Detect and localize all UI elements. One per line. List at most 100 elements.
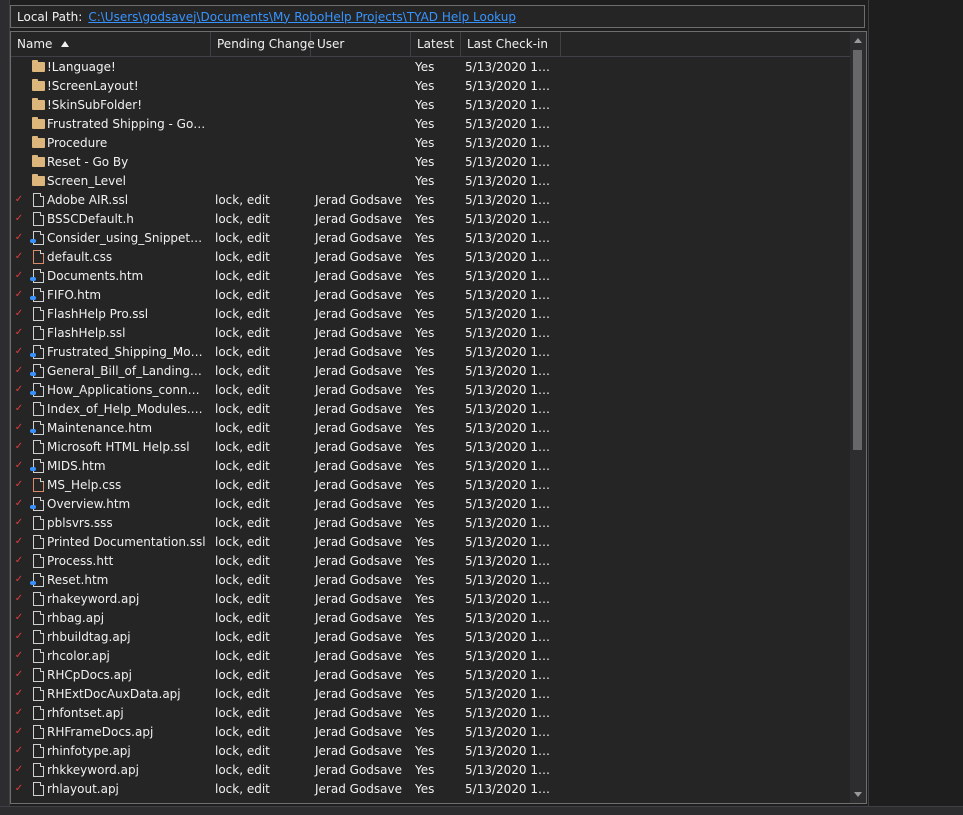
user: Jerad Godsave xyxy=(315,629,402,644)
file-name: rhlayout.apj xyxy=(47,781,119,796)
latest: Yes xyxy=(415,192,435,207)
file-name: Adobe AIR.ssl xyxy=(47,192,129,207)
pending-change: lock, edit xyxy=(215,743,270,758)
file-name: How_Applications_connect... xyxy=(47,382,207,397)
list-item[interactable]: Screen_Level Yes 5/13/2020 11:5... xyxy=(11,171,851,190)
list-item[interactable]: ✓ RHCpDocs.apj lock, edit Jerad Godsave Yes 5… xyxy=(11,665,851,684)
list-item[interactable]: ✓ General_Bill_of_Landing_(G... lock, edit… xyxy=(11,361,851,380)
list-item[interactable]: ✓ rhinfotype.apj lock, edit Jerad Godsave Ye… xyxy=(11,741,851,760)
checked-out-mark-icon: ✓ xyxy=(14,251,24,262)
file-name: rhbag.apj xyxy=(47,610,105,625)
file-name: !ScreenLayout! xyxy=(47,78,139,93)
list-item[interactable]: ✓ Adobe AIR.ssl lock, edit Jerad Godsave Yes… xyxy=(11,190,851,209)
pending-change: lock, edit xyxy=(215,534,270,549)
last-check-in: 5/13/2020 11:5... xyxy=(465,268,555,283)
html-file-icon xyxy=(27,418,47,437)
file-icon xyxy=(27,589,47,608)
local-path-link[interactable]: C:\Users\godsavej\Documents\My RoboHelp … xyxy=(88,10,516,24)
list-item[interactable]: ✓ rhfontset.apj lock, edit Jerad Godsave Yes… xyxy=(11,703,851,722)
list-item[interactable]: ✓ FlashHelp Pro.ssl lock, edit Jerad Godsav… xyxy=(11,304,851,323)
list-item[interactable]: !ScreenLayout! Yes 5/13/2020 11:5... xyxy=(11,76,851,95)
last-check-in: 5/13/2020 11:5... xyxy=(465,477,555,492)
last-check-in: 5/13/2020 11:5... xyxy=(465,135,555,150)
file-name: rhcolor.apj xyxy=(47,648,110,663)
list-item[interactable]: ✓ RHExtDocAuxData.apj lock, edit Jerad Gods… xyxy=(11,684,851,703)
list-item[interactable]: Frustrated Shipping - Go By Yes 5/13/2020 … xyxy=(11,114,851,133)
latest: Yes xyxy=(415,724,435,739)
checked-out-mark-icon: ✓ xyxy=(14,650,24,661)
list-item[interactable]: ✓ rhbuildtag.apj lock, edit Jerad Godsave Ye… xyxy=(11,627,851,646)
pending-change: lock, edit xyxy=(215,610,270,625)
list-item[interactable]: ✓ BSSCDefault.h lock, edit Jerad Godsave Yes… xyxy=(11,209,851,228)
user: Jerad Godsave xyxy=(315,192,402,207)
scroll-down-arrow-icon[interactable] xyxy=(854,792,862,797)
last-check-in: 5/13/2020 11:5... xyxy=(465,59,555,74)
latest: Yes xyxy=(415,382,435,397)
last-check-in: 5/13/2020 11:5... xyxy=(465,515,555,530)
list-item[interactable]: ✓ MIDS.htm lock, edit Jerad Godsave Yes 5/13/… xyxy=(11,456,851,475)
column-header-name[interactable]: Name xyxy=(11,32,211,56)
list-item[interactable]: ✓ Printed Documentation.ssl lock, edit Jera… xyxy=(11,532,851,551)
latest: Yes xyxy=(415,230,435,245)
checked-out-mark-icon: ✓ xyxy=(14,688,24,699)
list-item[interactable]: ✓ rhakeyword.apj lock, edit Jerad Godsave Ye… xyxy=(11,589,851,608)
list-item[interactable]: ✓ Index_of_Help_Modules.hhk lock, edit Jera… xyxy=(11,399,851,418)
list-item[interactable]: ✓ default.css lock, edit Jerad Godsave Yes 5/… xyxy=(11,247,851,266)
user: Jerad Godsave xyxy=(315,515,402,530)
latest: Yes xyxy=(415,648,435,663)
user: Jerad Godsave xyxy=(315,344,402,359)
list-item[interactable]: ✓ MS_Help.css lock, edit Jerad Godsave Yes 5/… xyxy=(11,475,851,494)
last-check-in: 5/13/2020 11:5... xyxy=(465,705,555,720)
list-item[interactable]: Procedure Yes 5/13/2020 11:5... xyxy=(11,133,851,152)
list-item[interactable]: ✓ Frustrated_Shipping_Modul... lock, edit J… xyxy=(11,342,851,361)
scroll-up-arrow-icon[interactable] xyxy=(854,38,862,43)
vertical-scrollbar[interactable] xyxy=(850,32,866,803)
list-item[interactable]: ✓ FlashHelp.ssl lock, edit Jerad Godsave Yes… xyxy=(11,323,851,342)
list-item[interactable]: ✓ pblsvrs.sss lock, edit Jerad Godsave Yes 5/… xyxy=(11,513,851,532)
list-item[interactable]: ✓ RHFrameDocs.apj lock, edit Jerad Godsave Y… xyxy=(11,722,851,741)
file-name: Procedure xyxy=(47,135,108,150)
column-header-last-check-in[interactable]: Last Check-in xyxy=(461,32,561,56)
column-header-user[interactable]: User xyxy=(311,32,411,56)
list-item[interactable]: ✓ rhbag.apj lock, edit Jerad Godsave Yes 5/13… xyxy=(11,608,851,627)
list-item[interactable]: ✓ Documents.htm lock, edit Jerad Godsave Yes… xyxy=(11,266,851,285)
checked-out-mark-icon: ✓ xyxy=(14,308,24,319)
file-name: Reset.htm xyxy=(47,572,109,587)
scrollbar-thumb[interactable] xyxy=(853,50,862,450)
list-item[interactable]: ✓ Reset.htm lock, edit Jerad Godsave Yes 5/13… xyxy=(11,570,851,589)
file-icon xyxy=(27,437,47,456)
folder-icon xyxy=(27,57,47,76)
list-item[interactable]: ✓ How_Applications_connect... lock, edit Je… xyxy=(11,380,851,399)
pending-change: lock, edit xyxy=(215,553,270,568)
last-check-in: 5/13/2020 11:5... xyxy=(465,743,555,758)
local-path-bar: Local Path: C:\Users\godsavej\Documents\… xyxy=(10,5,865,28)
checked-out-mark-icon: ✓ xyxy=(14,745,24,756)
column-header-latest[interactable]: Latest xyxy=(411,32,461,56)
list-item[interactable]: ✓ Overview.htm lock, edit Jerad Godsave Yes 5… xyxy=(11,494,851,513)
file-name: Frustrated Shipping - Go By xyxy=(47,116,207,131)
list-item[interactable]: ✓ Consider_using_Snippets.htm lock, edit Je… xyxy=(11,228,851,247)
latest: Yes xyxy=(415,97,435,112)
list-item[interactable]: !SkinSubFolder! Yes 5/13/2020 11:5... xyxy=(11,95,851,114)
user: Jerad Godsave xyxy=(315,591,402,606)
css-file-icon xyxy=(27,247,47,266)
list-item[interactable]: !Language! Yes 5/13/2020 11:5... xyxy=(11,57,851,76)
list-item[interactable]: Reset - Go By Yes 5/13/2020 11:5... xyxy=(11,152,851,171)
file-icon xyxy=(27,741,47,760)
list-item[interactable]: ✓ rhlayout.apj lock, edit Jerad Godsave Yes 5… xyxy=(11,779,851,798)
list-item[interactable]: ✓ rhkkeyword.apj lock, edit Jerad Godsave Ye… xyxy=(11,760,851,779)
list-item[interactable]: ✓ rhcolor.apj lock, edit Jerad Godsave Yes 5/… xyxy=(11,646,851,665)
list-item[interactable]: ✓ Maintenance.htm lock, edit Jerad Godsave Y… xyxy=(11,418,851,437)
checked-out-mark-icon: ✓ xyxy=(14,403,24,414)
column-header-pending-change[interactable]: Pending Change xyxy=(211,32,315,56)
checked-out-mark-icon: ✓ xyxy=(14,517,24,528)
list-item[interactable]: ✓ FIFO.htm lock, edit Jerad Godsave Yes 5/13/… xyxy=(11,285,851,304)
file-icon xyxy=(27,513,47,532)
list-item[interactable]: ✓ Microsoft HTML Help.ssl lock, edit Jerad … xyxy=(11,437,851,456)
user: Jerad Godsave xyxy=(315,477,402,492)
last-check-in: 5/13/2020 11:5... xyxy=(465,629,555,644)
pending-change: lock, edit xyxy=(215,249,270,264)
list-item[interactable]: ✓ Process.htt lock, edit Jerad Godsave Yes 5/… xyxy=(11,551,851,570)
last-check-in: 5/13/2020 11:5... xyxy=(465,648,555,663)
last-check-in: 5/13/2020 11:5... xyxy=(465,249,555,264)
